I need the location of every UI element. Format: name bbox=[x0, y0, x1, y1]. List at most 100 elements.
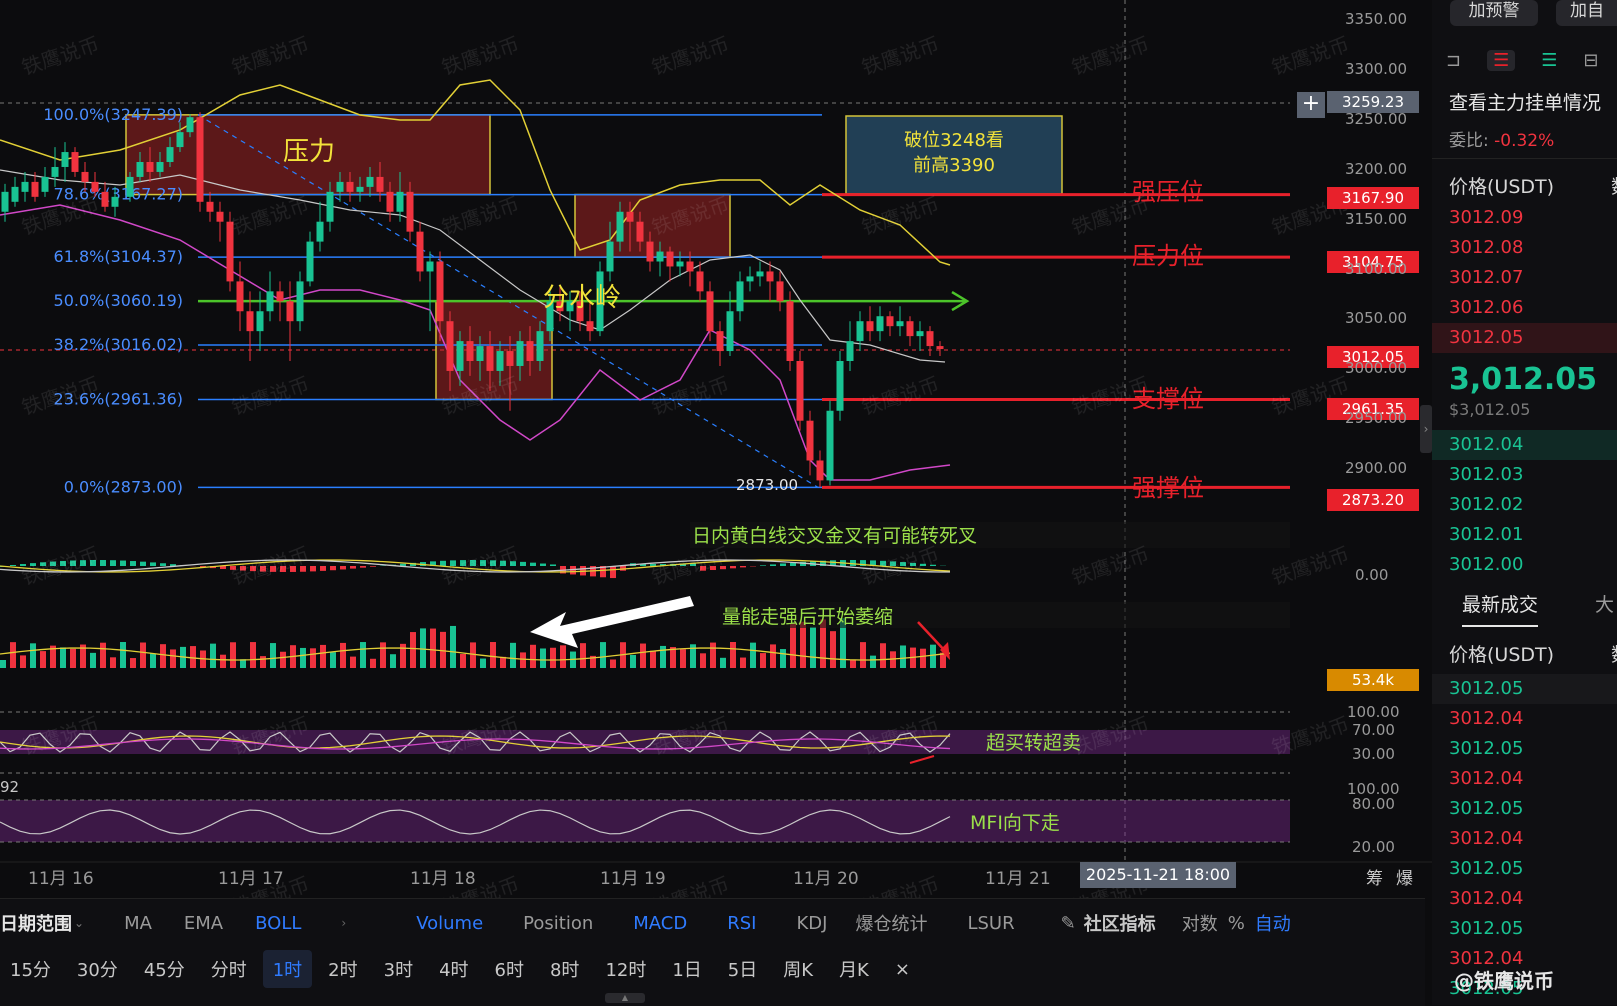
volume-bar bbox=[20, 655, 26, 668]
timeframe-5[interactable]: 2时 bbox=[318, 950, 367, 988]
indicator-rsi[interactable]: RSI bbox=[727, 913, 756, 934]
volume-bar bbox=[390, 654, 396, 668]
indicator-kdj[interactable]: KDJ bbox=[796, 913, 827, 934]
indicator-position[interactable]: Position bbox=[523, 913, 593, 934]
bid-row[interactable]: 3012.00 bbox=[1432, 550, 1617, 580]
candle-body bbox=[617, 212, 624, 242]
edit-icon[interactable]: ✎ bbox=[1061, 913, 1076, 934]
volume-bar bbox=[250, 642, 256, 668]
timeframe-11[interactable]: 1日 bbox=[662, 950, 711, 988]
volume-bar bbox=[720, 658, 726, 668]
candle-body bbox=[827, 411, 834, 481]
macd-histogram-bar bbox=[330, 566, 336, 570]
macd-histogram-bar bbox=[20, 564, 26, 566]
volume-bar bbox=[30, 643, 36, 668]
candle-body bbox=[767, 271, 774, 281]
timeframe-14[interactable]: 月K bbox=[829, 950, 879, 988]
candle-body bbox=[687, 262, 694, 272]
indicator-macd[interactable]: MACD bbox=[633, 913, 687, 934]
timeframe-9[interactable]: 8时 bbox=[540, 950, 589, 988]
timeframe-0[interactable]: 15分 bbox=[0, 950, 61, 988]
candle-body bbox=[887, 316, 894, 326]
log-scale-toggle[interactable]: 对数 bbox=[1182, 910, 1218, 936]
trades-tab[interactable]: 最新成交 bbox=[1462, 590, 1538, 627]
price-axis-tick: 3250.00 bbox=[1345, 110, 1617, 128]
bid-row[interactable]: 3012.02 bbox=[1432, 490, 1617, 520]
timeframe-7[interactable]: 4时 bbox=[429, 950, 478, 988]
candle-body bbox=[227, 222, 234, 282]
timeframe-4[interactable]: 1时 bbox=[263, 950, 312, 988]
candle-body bbox=[777, 281, 784, 301]
macd-histogram-bar bbox=[30, 563, 36, 566]
trade-row: 3012.05 bbox=[1432, 674, 1617, 704]
indicator-lsur[interactable]: LSUR bbox=[967, 913, 1014, 934]
indicator-ema[interactable]: EMA bbox=[184, 913, 223, 934]
macd-histogram-bar bbox=[160, 563, 166, 566]
timeframe-6[interactable]: 3时 bbox=[374, 950, 423, 988]
volume-bar bbox=[770, 644, 776, 668]
timeframe-10[interactable]: 12时 bbox=[595, 950, 656, 988]
macd-histogram-bar bbox=[900, 562, 906, 566]
indicator-volume[interactable]: Volume bbox=[416, 913, 483, 934]
candle-body bbox=[12, 187, 19, 202]
ask-row[interactable]: 3012.05 bbox=[1432, 323, 1617, 353]
trade-row: 3012.04 bbox=[1432, 884, 1617, 914]
price-axis-tick: 2900.00 bbox=[1345, 459, 1617, 477]
axis-corner-burst[interactable]: 爆 bbox=[1396, 864, 1413, 889]
indicator-liquidation[interactable]: 爆仓统计 bbox=[855, 910, 927, 936]
volume-bar bbox=[790, 623, 796, 668]
bid-row[interactable]: 3012.01 bbox=[1432, 520, 1617, 550]
collapse-handle[interactable]: ▲ bbox=[605, 993, 645, 1003]
chevron-right-icon[interactable]: › bbox=[341, 916, 346, 930]
candle-body bbox=[707, 291, 714, 331]
time-axis-tick: 11月 20 bbox=[793, 864, 859, 889]
community-indicators-button[interactable]: 社区指标 bbox=[1084, 910, 1156, 936]
chevron-down-icon[interactable]: ⌄ bbox=[74, 916, 84, 930]
candle-body bbox=[407, 192, 414, 232]
volume-bar bbox=[100, 643, 106, 668]
macd-histogram-bar bbox=[10, 565, 16, 566]
time-axis-tick: 11月 19 bbox=[600, 864, 666, 889]
ratio-label: 委比: bbox=[1449, 131, 1489, 151]
axis-corner-chip[interactable]: 筹 bbox=[1366, 864, 1383, 889]
timeframe-1[interactable]: 30分 bbox=[67, 950, 128, 988]
timeframe-13[interactable]: 周K bbox=[773, 950, 823, 988]
macd-histogram-bar bbox=[110, 560, 116, 566]
add-line-button[interactable]: + bbox=[1297, 92, 1325, 118]
candle-body bbox=[337, 182, 344, 192]
timeframe-3[interactable]: 分时 bbox=[201, 950, 257, 988]
ask-row[interactable]: 3012.08 bbox=[1432, 233, 1617, 263]
price-axis-tick: 3150.00 bbox=[1345, 210, 1617, 228]
bid-row[interactable]: 3012.04 bbox=[1432, 430, 1617, 460]
date-range-button[interactable]: 日期范围 bbox=[0, 910, 72, 936]
macd-histogram-bar bbox=[150, 562, 156, 566]
volume-bar bbox=[150, 654, 156, 668]
timeframe-2[interactable]: 45分 bbox=[134, 950, 195, 988]
candle-body bbox=[627, 212, 634, 222]
rsi-70-label: 70.00 bbox=[1352, 721, 1395, 739]
rsi-arrow bbox=[910, 756, 934, 763]
volume-bar bbox=[830, 631, 836, 668]
indicator-ma[interactable]: MA bbox=[124, 913, 152, 934]
volume-bar bbox=[470, 642, 476, 668]
candle-body bbox=[237, 281, 244, 311]
price-axis-tick: 3350.00 bbox=[1345, 10, 1617, 28]
volume-bar bbox=[220, 655, 226, 668]
candle-body bbox=[397, 192, 404, 212]
volume-bar bbox=[600, 642, 606, 668]
percent-scale-toggle[interactable]: % bbox=[1228, 913, 1245, 934]
volume-bar bbox=[350, 657, 356, 668]
volume-bar bbox=[630, 655, 636, 668]
timeframe-8[interactable]: 6时 bbox=[485, 950, 534, 988]
auto-scale-toggle[interactable]: 自动 bbox=[1255, 910, 1291, 936]
trades-tab-large[interactable]: 大 bbox=[1595, 590, 1614, 617]
close-icon[interactable]: × bbox=[885, 953, 920, 986]
timeframe-12[interactable]: 5日 bbox=[718, 950, 767, 988]
volume-bar bbox=[380, 642, 386, 668]
volume-bar bbox=[510, 643, 516, 668]
chart-canvas[interactable]: 100.0%(3247.39)78.6%(3167.27)61.8%(3104.… bbox=[0, 0, 1432, 898]
volume-bar bbox=[740, 658, 746, 668]
candle-body bbox=[32, 182, 39, 197]
indicator-boll[interactable]: BOLL bbox=[255, 913, 301, 934]
candle-body bbox=[787, 301, 794, 361]
